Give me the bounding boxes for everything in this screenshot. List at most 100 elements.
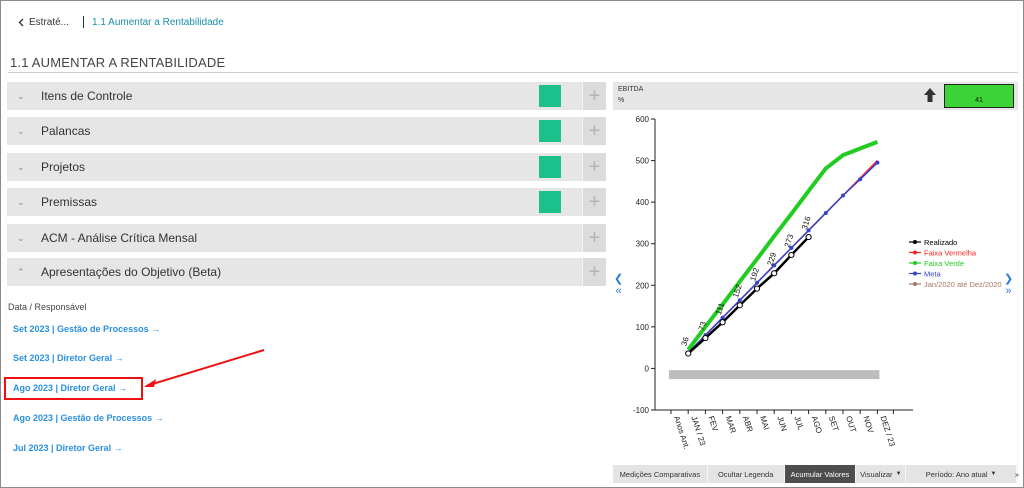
ebitda-chart: -100 0 100 200 300 400 500 600 Anos Ant.JAN / 23…	[633, 115, 1002, 450]
status-indicator	[539, 156, 561, 178]
chart-prev-nav[interactable]: ❮ «	[614, 273, 623, 297]
highlight-annotation-box	[4, 377, 143, 400]
x-tick-label: NOV	[861, 415, 875, 435]
legend-swatch-marker	[913, 261, 917, 265]
double-chevron-left-icon[interactable]: «	[614, 285, 623, 297]
presentation-link[interactable]: Ago 2023 | Gestão de Processos →	[13, 413, 164, 423]
more-options-icon[interactable]: »	[1015, 465, 1019, 483]
indicator-name: EBITDA	[618, 86, 644, 93]
status-indicator	[539, 85, 561, 107]
data-label: 229	[766, 251, 779, 267]
legend-label: Faixa Verde	[924, 259, 964, 268]
chart-tab-label: Período: Ano atual	[925, 469, 988, 479]
plus-icon[interactable]: +	[582, 188, 606, 216]
legend-swatch-marker	[913, 271, 917, 276]
presentations-header: Data / Responsável	[8, 302, 87, 312]
x-tick-label: JAN / 23	[689, 415, 707, 447]
breadcrumb-back-link[interactable]: Estraté...	[18, 17, 69, 28]
presentation-link[interactable]: Set 2023 | Diretor Geral →	[13, 353, 124, 363]
y-tick-label: 400	[636, 198, 650, 207]
realizado-point	[685, 350, 692, 357]
status-indicator	[539, 191, 561, 213]
x-tick-label: JUL	[792, 415, 805, 432]
plus-icon[interactable]: +	[582, 153, 606, 181]
legend-label: Realizado	[924, 238, 957, 247]
accordion-label: Projetos	[41, 160, 86, 174]
x-tick-label: SET	[827, 415, 840, 433]
double-chevron-right-icon[interactable]: »	[1004, 285, 1013, 297]
y-tick-label: 500	[636, 157, 650, 166]
x-tick-label: FEV	[706, 415, 720, 433]
chevron-down-icon[interactable]: ⌄	[17, 162, 29, 173]
legend-item: Faixa Vermelha	[909, 249, 977, 258]
y-tick-label: 600	[636, 115, 650, 124]
legend-item: Meta	[909, 270, 942, 279]
y-tick-label: 300	[636, 240, 650, 249]
chart-tab-label: Medições Comparativas	[619, 469, 701, 479]
accordion-label: ACM - Análise Crítica Mensal	[41, 231, 198, 245]
meta-point	[858, 177, 863, 182]
plus-icon[interactable]: +	[582, 117, 606, 145]
chart-tab-label: Acumular Valores	[790, 469, 850, 479]
caret-down-icon: ▼	[990, 471, 997, 477]
accordion-item[interactable]: ⌄ Premissas +	[7, 188, 606, 216]
series-line-meta	[687, 162, 878, 354]
plus-icon[interactable]: +	[582, 82, 606, 110]
x-tick-label: DEZ / 23	[878, 415, 896, 448]
indicator-header: EBITDA % 41	[613, 82, 1018, 110]
realizado-point	[771, 270, 778, 277]
breadcrumb-back-label: Estraté...	[29, 16, 70, 28]
legend-label: Faixa Vermelha	[924, 249, 977, 258]
legend-item: Faixa Verde	[909, 259, 964, 268]
chevron-down-icon[interactable]: ⌄	[17, 197, 29, 208]
chart-tab[interactable]: Medições Comparativas	[613, 465, 708, 483]
accordion-item[interactable]: ⌄ Projetos +	[7, 153, 606, 181]
legend-swatch-marker	[913, 282, 917, 286]
chart-tab[interactable]: Visualizar ▼	[856, 465, 907, 483]
status-indicator	[539, 120, 561, 142]
x-tick-label: AGO	[810, 415, 824, 435]
data-label: 73	[697, 320, 708, 332]
chart-tab[interactable]: Acumular Valores	[784, 465, 857, 483]
plus-icon[interactable]: +	[582, 258, 606, 286]
accordion-label: Apresentações do Objetivo (Beta)	[41, 265, 222, 279]
legend-swatch-marker	[913, 250, 917, 255]
plus-icon[interactable]: +	[582, 224, 606, 252]
chevron-left-icon[interactable]: ❮	[614, 273, 623, 285]
breadcrumb-current[interactable]: 1.1 Aumentar a Rentabilidade	[92, 17, 224, 28]
chart-tab[interactable]: Período: Ano atual ▼	[906, 465, 1017, 483]
chevron-down-icon[interactable]: ⌄	[17, 126, 29, 137]
accordion-item[interactable]: ⌄ ACM - Análise Crítica Mensal +	[7, 224, 606, 252]
realizado-point	[736, 302, 743, 309]
indicator-unit: %	[618, 97, 625, 104]
presentation-link[interactable]: Jul 2023 | Diretor Geral →	[13, 443, 123, 453]
chart-next-nav[interactable]: ❯ »	[1004, 273, 1013, 297]
legend-label: Jan/2020 até Dez/2020	[924, 280, 1002, 289]
chart-tab[interactable]: Ocultar Legenda	[708, 465, 785, 483]
chevron-down-icon[interactable]: ⌄	[17, 233, 29, 244]
chevron-up-icon[interactable]: ⌃	[17, 267, 29, 278]
indicator-value-badge: 41	[944, 84, 1014, 108]
accordion-item[interactable]: ⌄ Palancas +	[7, 117, 606, 145]
up-arrow-icon	[924, 88, 936, 102]
chevron-right-icon[interactable]: ❯	[1004, 273, 1013, 285]
accordion-label: Palancas	[41, 124, 91, 138]
title-divider	[8, 72, 1018, 73]
accordion-item[interactable]: ⌃ Apresentações do Objetivo (Beta) +	[7, 258, 606, 286]
accordion-item[interactable]: ⌄ Itens de Controle +	[7, 82, 606, 110]
realizado-point	[702, 334, 709, 342]
breadcrumb: Estraté... 1.1 Aumentar a Rentabilidade	[18, 14, 224, 30]
chart-tab-label: Ocultar Legenda	[717, 469, 774, 479]
legend-label: Meta	[924, 270, 942, 279]
meta-point	[823, 210, 828, 215]
legend-item: Realizado	[909, 238, 957, 247]
chevron-down-icon[interactable]: ⌄	[17, 91, 29, 102]
presentation-link[interactable]: Set 2023 | Gestão de Processos →	[13, 324, 160, 334]
chart-toolbar: Medições Comparativas Ocultar Legenda Acum…	[613, 465, 1019, 483]
data-label: 152	[731, 283, 744, 299]
chevron-left-icon	[18, 18, 24, 26]
realizado-point	[719, 319, 726, 326]
meta-point	[841, 193, 845, 198]
x-tick-label: OUT	[844, 415, 858, 434]
y-tick-label: -100	[633, 406, 650, 415]
